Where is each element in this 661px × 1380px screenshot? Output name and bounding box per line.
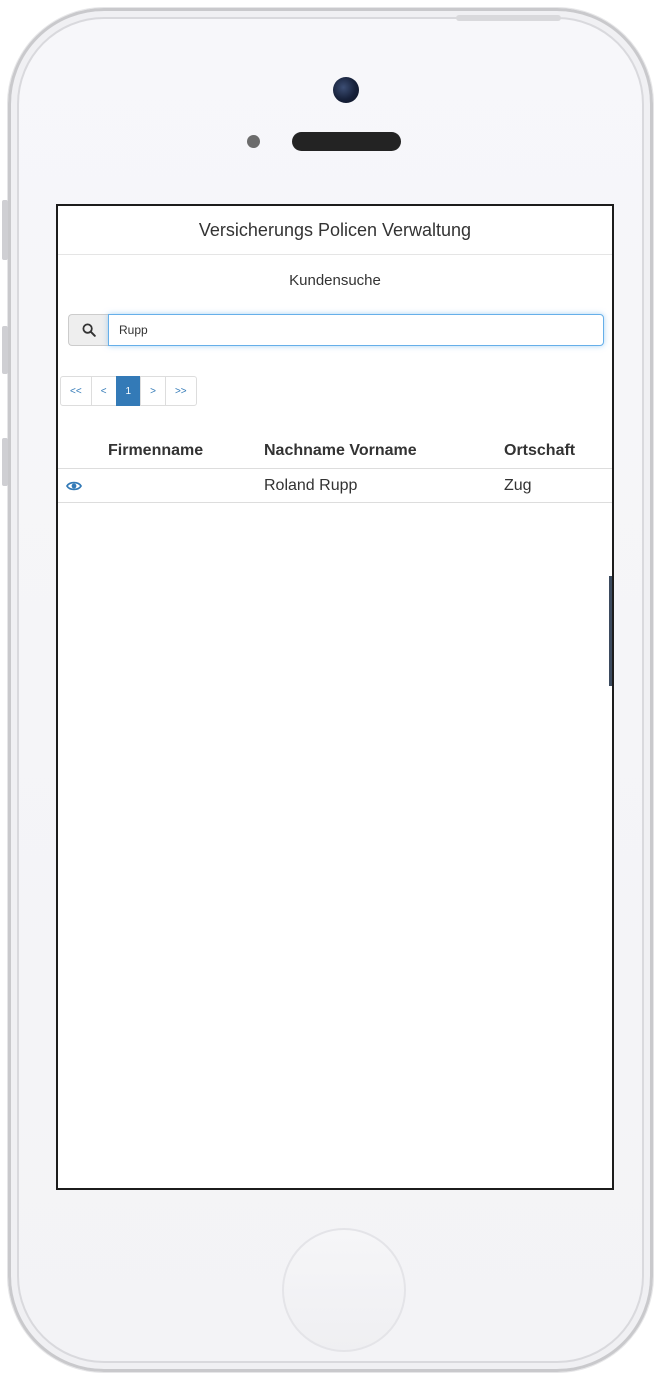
column-header-action xyxy=(58,434,108,469)
search-icon xyxy=(82,323,96,337)
proximity-sensor xyxy=(247,135,260,148)
column-header-ortschaft[interactable]: Ortschaft xyxy=(504,434,612,469)
page-next-button[interactable]: > xyxy=(140,376,166,406)
column-header-name[interactable]: Nachname Vorname xyxy=(264,434,504,469)
cell-ortschaft: Zug xyxy=(504,468,612,503)
scrollbar[interactable] xyxy=(609,576,612,686)
search-input[interactable] xyxy=(108,314,604,346)
page-1-button[interactable]: 1 xyxy=(115,376,142,406)
volume-up-button xyxy=(2,326,8,374)
pagination: << < 1 > >> xyxy=(60,376,197,406)
mute-switch xyxy=(2,200,8,260)
power-button xyxy=(456,15,561,21)
search-button[interactable] xyxy=(68,314,108,346)
page-prev-button[interactable]: < xyxy=(90,376,117,406)
eye-icon[interactable] xyxy=(66,480,82,492)
results-table: Firmenname Nachname Vorname Ortschaft Ro… xyxy=(58,434,612,503)
app-title: Versicherungs Policen Verwaltung xyxy=(58,206,612,255)
cell-name: Roland Rupp xyxy=(264,468,504,503)
table-header-row: Firmenname Nachname Vorname Ortschaft xyxy=(58,434,612,469)
earpiece-speaker xyxy=(292,132,401,151)
home-button[interactable] xyxy=(282,1228,406,1352)
search-bar xyxy=(68,314,604,346)
app-screen: Versicherungs Policen Verwaltung Kundens… xyxy=(56,204,614,1190)
front-camera xyxy=(333,77,359,103)
table-row[interactable]: Roland Rupp Zug xyxy=(58,468,612,503)
page-last-button[interactable]: >> xyxy=(164,376,197,406)
page-title: Kundensuche xyxy=(289,272,381,289)
cell-firmenname xyxy=(108,468,264,503)
volume-down-button xyxy=(2,438,8,486)
column-header-firmenname[interactable]: Firmenname xyxy=(108,434,264,469)
page-first-button[interactable]: << xyxy=(60,376,92,406)
view-cell xyxy=(58,468,108,503)
